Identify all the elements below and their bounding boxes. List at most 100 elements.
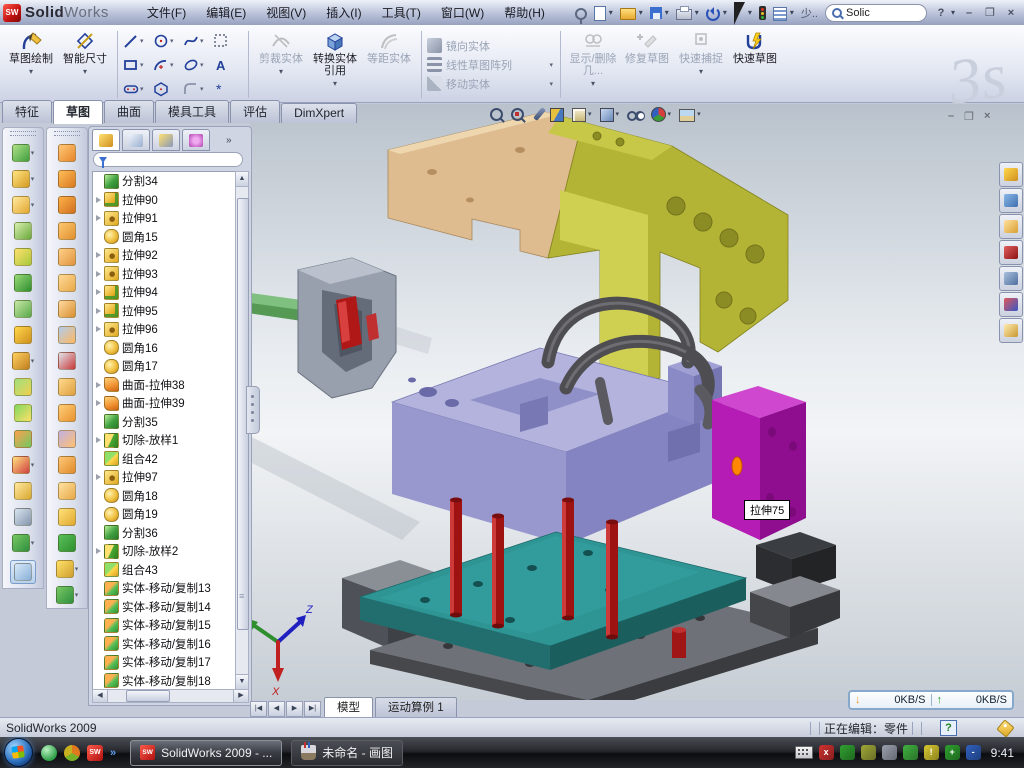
language-keyboard-icon[interactable] xyxy=(795,746,813,759)
quick-tips-button[interactable]: ? xyxy=(940,720,957,736)
dropdown-caret[interactable]: ▾ xyxy=(31,357,35,365)
tree-item[interactable]: 实体-移动/复制16 xyxy=(93,635,236,654)
tree-item[interactable]: 曲面-拉伸38 xyxy=(93,376,236,395)
arc-button[interactable]: ▾ xyxy=(153,53,183,77)
doc-close-button[interactable]: × xyxy=(984,110,990,123)
split-button[interactable] xyxy=(14,404,32,422)
antivirus-icon[interactable]: + xyxy=(945,745,960,760)
dropdown-caret[interactable]: ▾ xyxy=(639,8,643,17)
dropdown-caret[interactable]: ▾ xyxy=(723,8,727,17)
line-button[interactable]: ▾ xyxy=(123,29,153,53)
lofted-boss-button[interactable] xyxy=(14,248,32,266)
search-box[interactable]: Solic xyxy=(825,4,927,22)
reference-axis-button[interactable] xyxy=(14,508,32,526)
expand-arrow-icon[interactable] xyxy=(96,382,101,388)
extend-surface-button[interactable] xyxy=(58,404,76,422)
fillet-surface-button[interactable] xyxy=(58,508,76,526)
rebuild-button[interactable] xyxy=(759,6,766,20)
apply-scene-button[interactable]: ▾ xyxy=(679,107,701,122)
magnify-button[interactable] xyxy=(532,107,542,121)
dropdown-caret[interactable]: ▾ xyxy=(695,8,699,17)
appearances-button[interactable]: ▾ xyxy=(651,106,672,122)
doc-tab-模型[interactable]: 模型 xyxy=(324,697,373,717)
property-manager-tab[interactable] xyxy=(122,129,150,151)
combine-bodies-button[interactable] xyxy=(14,378,32,396)
offset-surface-button[interactable] xyxy=(58,326,76,344)
doc-restore-button[interactable]: ❐ xyxy=(964,110,974,123)
repair-sketch-button[interactable]: 修复草图 xyxy=(620,27,674,102)
tree-item[interactable]: 分割35 xyxy=(93,413,236,432)
panel-splitter-handle[interactable] xyxy=(246,386,260,434)
extruded-cut-button[interactable]: ▾ xyxy=(12,170,35,188)
tree-item[interactable]: 组合42 xyxy=(93,450,236,469)
tree-item[interactable]: 实体-移动/复制15 xyxy=(93,616,236,635)
tree-item[interactable]: 实体-移动/复制14 xyxy=(93,598,236,617)
panel-overflow-chevron[interactable]: » xyxy=(226,135,232,146)
scroll-up-button[interactable]: ▲ xyxy=(236,172,248,187)
thicken-button[interactable] xyxy=(58,482,76,500)
boundary-surface-button[interactable] xyxy=(58,248,76,266)
display-delete-relations-button[interactable]: 显示/删除几...▾ xyxy=(566,27,620,102)
expand-arrow-icon[interactable] xyxy=(96,548,101,554)
tree-item[interactable]: 切除-放样2 xyxy=(93,542,236,561)
tab-评估[interactable]: 评估 xyxy=(230,100,280,123)
delete-body-button[interactable]: ▾ xyxy=(12,456,35,474)
replace-face-button[interactable] xyxy=(58,378,76,396)
tree-item[interactable]: 圆角19 xyxy=(93,505,236,524)
mirror-entities-button[interactable]: 镜向实体 xyxy=(427,38,555,54)
expand-arrow-icon[interactable] xyxy=(96,474,101,480)
hide-show-button[interactable]: ▾ xyxy=(627,107,643,121)
last-tab-button[interactable]: ▶| xyxy=(304,701,321,717)
extruded-surface-button[interactable] xyxy=(58,144,76,162)
tree-item[interactable]: 拉伸97 xyxy=(93,468,236,487)
select-button[interactable] xyxy=(734,2,745,25)
start-button[interactable] xyxy=(4,738,33,767)
scroll-left-button[interactable]: ◀ xyxy=(93,690,108,702)
lofted-surface-button[interactable] xyxy=(58,222,76,240)
trim-entities-button[interactable]: 剪裁实体▾ xyxy=(254,27,308,102)
tree-item[interactable]: 切除-放样1 xyxy=(93,431,236,450)
blocked-app-icon[interactable]: - xyxy=(966,745,981,760)
swept-surface-button[interactable] xyxy=(58,196,76,214)
tree-item[interactable]: 实体-移动/复制13 xyxy=(93,579,236,598)
dropdown-caret[interactable]: ▾ xyxy=(31,201,35,209)
reference-plane-button[interactable] xyxy=(14,482,32,500)
dropdown-caret[interactable]: ▾ xyxy=(75,565,79,573)
sketch-button[interactable]: 草图绘制▾ xyxy=(4,27,58,102)
custom-properties-tab[interactable] xyxy=(999,318,1023,343)
quicklaunch-chevron[interactable]: » xyxy=(110,747,116,759)
filled-surface-button[interactable] xyxy=(58,274,76,292)
certificate-icon[interactable] xyxy=(861,745,876,760)
spiral-curve-button[interactable]: ▾ xyxy=(56,586,79,604)
zoom-area-button[interactable] xyxy=(511,108,524,121)
doc-tab-运动算例 1[interactable]: 运动算例 1 xyxy=(375,697,457,717)
expand-arrow-icon[interactable] xyxy=(96,289,101,295)
knit-surface-button[interactable] xyxy=(58,456,76,474)
feature-manager-tab[interactable] xyxy=(92,129,120,151)
revolved-surface-button[interactable] xyxy=(58,170,76,188)
expand-arrow-icon[interactable] xyxy=(96,308,101,314)
extruded-boss-button[interactable]: ▾ xyxy=(12,144,35,162)
quicklaunch-app-icon[interactable] xyxy=(64,745,80,761)
dropdown-caret[interactable]: ▾ xyxy=(609,8,613,17)
dropdown-caret[interactable]: ▾ xyxy=(697,110,701,118)
tree-item[interactable]: 拉伸94 xyxy=(93,283,236,302)
model-3d-view[interactable]: Y Z X xyxy=(250,104,1024,700)
menu-item-工具(T)[interactable]: 工具(T) xyxy=(372,1,431,24)
dropdown-caret[interactable]: ▾ xyxy=(31,175,35,183)
options-button[interactable] xyxy=(773,7,787,21)
open-button[interactable] xyxy=(620,8,636,20)
dropdown-caret[interactable]: ▾ xyxy=(31,461,35,469)
tree-item[interactable]: 圆角15 xyxy=(93,228,236,247)
instant3d-button[interactable] xyxy=(10,560,36,584)
sync-phone-icon[interactable] xyxy=(903,745,918,760)
rapid-sketch-button[interactable]: 快速草图 xyxy=(728,27,782,102)
configuration-manager-tab[interactable] xyxy=(152,129,180,151)
quicklaunch-solidworks-icon[interactable]: SW xyxy=(87,745,103,761)
planar-surface-button[interactable] xyxy=(58,300,76,318)
curve-helix-button[interactable]: ▾ xyxy=(12,534,35,552)
tree-item[interactable]: 分割34 xyxy=(93,172,236,191)
shell-button[interactable] xyxy=(14,300,32,318)
doc-minimize-button[interactable]: – xyxy=(948,110,954,123)
ellipse-button[interactable]: ▾ xyxy=(183,53,213,77)
